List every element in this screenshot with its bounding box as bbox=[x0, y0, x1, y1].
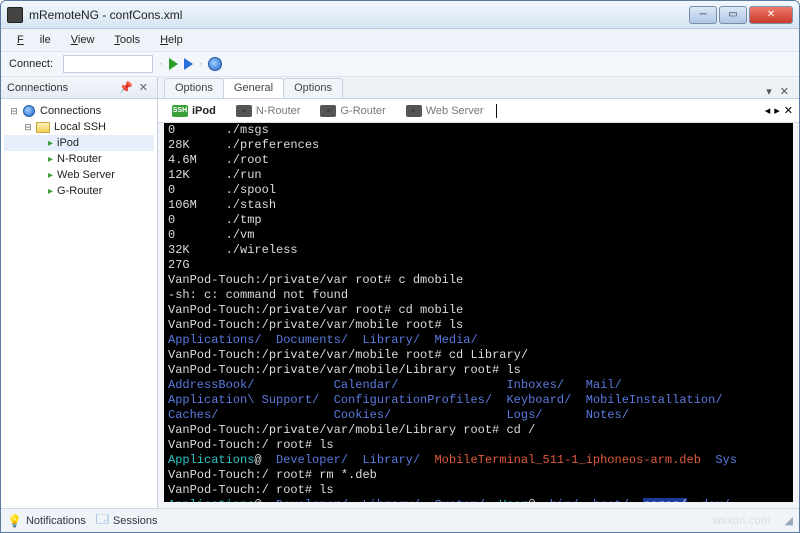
session-tab-nrouter[interactable]: ◾ N-Router bbox=[228, 103, 309, 119]
connection-icon: ▸ bbox=[48, 138, 53, 149]
connections-panel-title: Connections bbox=[7, 82, 68, 94]
connections-tree[interactable]: ⊟ Connections ⊟ Local SSH ▸ iPod ▸ N-Rou… bbox=[1, 99, 157, 508]
globe-icon[interactable] bbox=[208, 57, 222, 71]
sessions-icon: 🗔 bbox=[96, 510, 109, 531]
tree-leaf-ipod[interactable]: ▸ iPod bbox=[4, 135, 154, 151]
bulb-icon: 💡 bbox=[7, 514, 22, 528]
statusbar-notifications[interactable]: 💡 Notifications bbox=[7, 514, 86, 528]
tab-options-2[interactable]: Options bbox=[283, 78, 343, 98]
session-close-icon[interactable]: ✕ bbox=[784, 104, 793, 117]
resize-grip-icon[interactable]: ◢ bbox=[781, 514, 793, 527]
tree-folder[interactable]: ⊟ Local SSH bbox=[4, 119, 154, 135]
tree-leaf-grouter[interactable]: ▸ G-Router bbox=[4, 183, 154, 199]
terminal[interactable]: 0 ./msgs 28K ./preferences 4.6M ./root 1… bbox=[164, 123, 793, 502]
app-window: mRemoteNG - confCons.xml ─ ▭ ✕ File View… bbox=[0, 0, 800, 533]
globe-icon bbox=[23, 105, 35, 117]
session-tab-ipod[interactable]: SSH iPod bbox=[164, 103, 224, 119]
menubar: File View Tools Help bbox=[1, 29, 799, 51]
session-prev-icon[interactable]: ◂ bbox=[765, 104, 771, 117]
panel-close-icon[interactable]: ✕ bbox=[136, 81, 151, 94]
expand-toggle-icon[interactable]: ⊟ bbox=[8, 106, 20, 117]
session-tab-webserver[interactable]: ◾ Web Server bbox=[398, 103, 492, 119]
document-tabs: Options General Options ▾ ✕ bbox=[158, 77, 799, 99]
statusbar-sessions[interactable]: 🗔 Sessions bbox=[96, 510, 158, 531]
window-title: mRemoteNG - confCons.xml bbox=[29, 8, 689, 22]
connection-icon: ▸ bbox=[48, 186, 53, 197]
close-button[interactable]: ✕ bbox=[749, 6, 793, 24]
session-tab-grouter[interactable]: ◾ G-Router bbox=[312, 103, 393, 119]
session-icon: ◾ bbox=[236, 105, 252, 117]
connection-icon: ▸ bbox=[48, 154, 53, 165]
tree-leaf-nrouter[interactable]: ▸ N-Router bbox=[4, 151, 154, 167]
connections-panel: Connections 📌 ✕ ⊟ Connections ⊟ Local SS… bbox=[1, 77, 158, 508]
toolbar-separator-icon: · bbox=[159, 58, 163, 70]
ssh-icon: SSH bbox=[172, 105, 188, 117]
connect-label: Connect: bbox=[9, 58, 57, 70]
tab-general[interactable]: General bbox=[223, 78, 284, 98]
window-buttons: ─ ▭ ✕ bbox=[689, 6, 793, 24]
menu-help[interactable]: Help bbox=[152, 32, 191, 48]
connect-input[interactable] bbox=[63, 55, 153, 73]
maximize-button[interactable]: ▭ bbox=[719, 6, 747, 24]
session-icon: ◾ bbox=[320, 105, 336, 117]
tab-menu-dropdown-icon[interactable]: ▾ bbox=[762, 85, 776, 98]
tab-options-1[interactable]: Options bbox=[164, 78, 224, 98]
session-next-icon[interactable]: ▸ bbox=[774, 104, 780, 117]
body: Connections 📌 ✕ ⊟ Connections ⊟ Local SS… bbox=[1, 77, 799, 508]
menu-file[interactable]: File bbox=[9, 32, 59, 48]
statusbar: 💡 Notifications 🗔 Sessions wsxdn.com ◢ bbox=[1, 508, 799, 532]
pin-icon[interactable]: 📌 bbox=[116, 81, 136, 94]
app-icon bbox=[7, 7, 23, 23]
tab-close-icon[interactable]: ✕ bbox=[776, 85, 793, 98]
tree-leaf-webserver[interactable]: ▸ Web Server bbox=[4, 167, 154, 183]
menu-tools[interactable]: Tools bbox=[106, 32, 148, 48]
text-cursor-icon bbox=[496, 104, 497, 118]
expand-toggle-icon[interactable]: ⊟ bbox=[22, 122, 34, 133]
watermark: wsxdn.com bbox=[713, 515, 771, 527]
session-tabs: SSH iPod ◾ N-Router ◾ G-Router ◾ Web Ser… bbox=[158, 99, 799, 123]
session-icon: ◾ bbox=[406, 105, 422, 117]
menu-view[interactable]: View bbox=[63, 32, 103, 48]
tree-root[interactable]: ⊟ Connections bbox=[4, 103, 154, 119]
minimize-button[interactable]: ─ bbox=[689, 6, 717, 24]
play-blue-icon[interactable] bbox=[184, 58, 193, 70]
connections-panel-header: Connections 📌 ✕ bbox=[1, 77, 157, 99]
connection-icon: ▸ bbox=[48, 170, 53, 181]
connect-toolbar: Connect: · · bbox=[1, 51, 799, 77]
main-area: Options General Options ▾ ✕ SSH iPod ◾ N… bbox=[158, 77, 799, 508]
folder-icon bbox=[36, 122, 50, 133]
play-green-icon[interactable] bbox=[169, 58, 178, 70]
titlebar: mRemoteNG - confCons.xml ─ ▭ ✕ bbox=[1, 1, 799, 29]
